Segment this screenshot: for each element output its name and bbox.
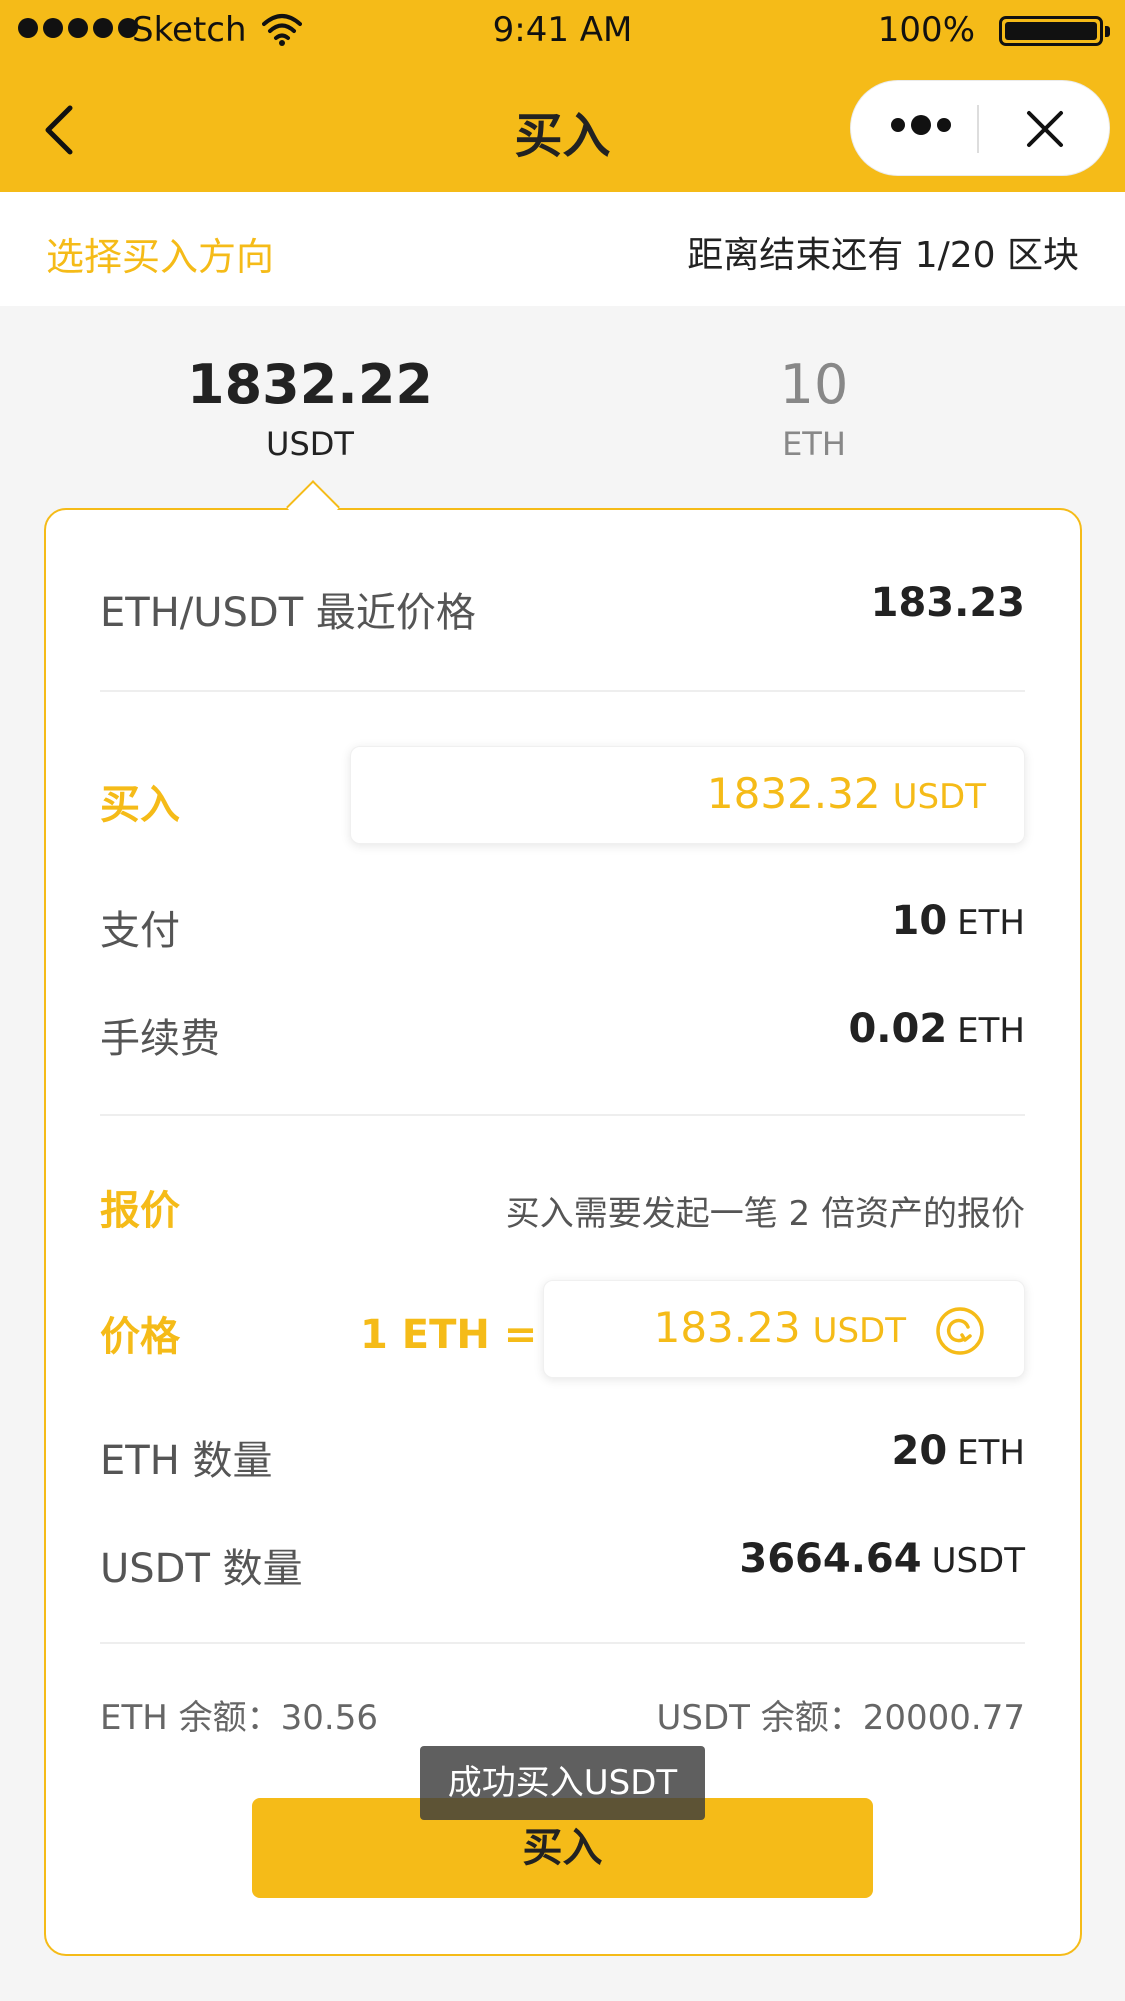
tab-amount: 10 bbox=[779, 353, 849, 416]
divider bbox=[100, 1114, 1025, 1116]
top-bar: Sketch 9:41 AM 100% 买入 bbox=[0, 0, 1125, 192]
fee-row: 手续费 0.02 ETH bbox=[100, 1006, 1025, 1062]
recent-price-row: ETH/USDT 最近价格 183.23 bbox=[100, 580, 1025, 636]
usdt-quantity-row: USDT 数量 3664.64 USDT bbox=[100, 1536, 1025, 1592]
usdt-quantity-label: USDT 数量 bbox=[100, 1546, 303, 1592]
tab-unit: ETH bbox=[782, 425, 846, 463]
direction-label[interactable]: 选择买入方向 bbox=[46, 226, 274, 281]
status-bar: Sketch 9:41 AM 100% bbox=[0, 0, 1125, 60]
battery-percent: 100% bbox=[877, 10, 975, 50]
more-icon[interactable] bbox=[891, 115, 951, 135]
divider bbox=[100, 690, 1025, 692]
quote-note: 买入需要发起一笔 2 倍资产的报价 bbox=[505, 1194, 1025, 1234]
tab-amount: 1832.22 bbox=[187, 353, 433, 416]
recent-price-value: 183.23 bbox=[870, 580, 1025, 626]
eth-quantity-value: 20 ETH bbox=[891, 1428, 1026, 1474]
blocks-remaining: 距离结束还有 1/20 区块 bbox=[687, 235, 1079, 276]
fee-label: 手续费 bbox=[100, 1016, 220, 1062]
usdt-quantity-value: 3664.64 USDT bbox=[739, 1536, 1025, 1582]
price-equation: 1 ETH = bbox=[360, 1312, 538, 1358]
quote-row: 报价 买入需要发起一笔 2 倍资产的报价 bbox=[100, 1178, 1025, 1234]
eth-quantity-label: ETH 数量 bbox=[100, 1438, 273, 1484]
capsule-divider bbox=[977, 105, 979, 153]
battery-icon bbox=[999, 16, 1110, 46]
mini-program-capsule bbox=[850, 80, 1110, 176]
tab-unit: USDT bbox=[266, 425, 354, 463]
pay-row: 支付 10 ETH bbox=[100, 898, 1026, 954]
eth-quantity-row: ETH 数量 20 ETH bbox=[100, 1428, 1026, 1484]
buy-label: 买入 bbox=[100, 782, 180, 828]
quote-label: 报价 bbox=[100, 1188, 180, 1234]
recent-price-label: ETH/USDT 最近价格 bbox=[100, 590, 476, 636]
refresh-icon[interactable] bbox=[934, 1305, 986, 1357]
eth-balance: ETH 余额：30.56 bbox=[100, 1698, 378, 1738]
divider bbox=[100, 1642, 1025, 1644]
usdt-balance: USDT 余额：20000.77 bbox=[656, 1698, 1025, 1738]
price-value: 183.23 USDT bbox=[653, 1303, 906, 1352]
price-input[interactable]: 183.23 USDT bbox=[543, 1280, 1025, 1378]
close-icon[interactable] bbox=[1023, 107, 1067, 151]
tab-usdt[interactable]: 1832.22 USDT bbox=[150, 352, 470, 466]
tab-eth[interactable]: 10 ETH bbox=[654, 352, 974, 466]
pay-label: 支付 bbox=[100, 908, 180, 954]
buy-amount-input[interactable]: 1832.32 USDT bbox=[350, 746, 1025, 844]
pay-value: 10 ETH bbox=[891, 898, 1026, 944]
fee-value: 0.02 ETH bbox=[848, 1006, 1025, 1052]
direction-row: 选择买入方向 距离结束还有 1/20 区块 bbox=[0, 192, 1125, 306]
buy-amount-value: 1832.32 USDT bbox=[706, 769, 986, 818]
price-label: 价格 bbox=[100, 1314, 180, 1360]
success-toast: 成功买入USDT bbox=[420, 1746, 705, 1820]
